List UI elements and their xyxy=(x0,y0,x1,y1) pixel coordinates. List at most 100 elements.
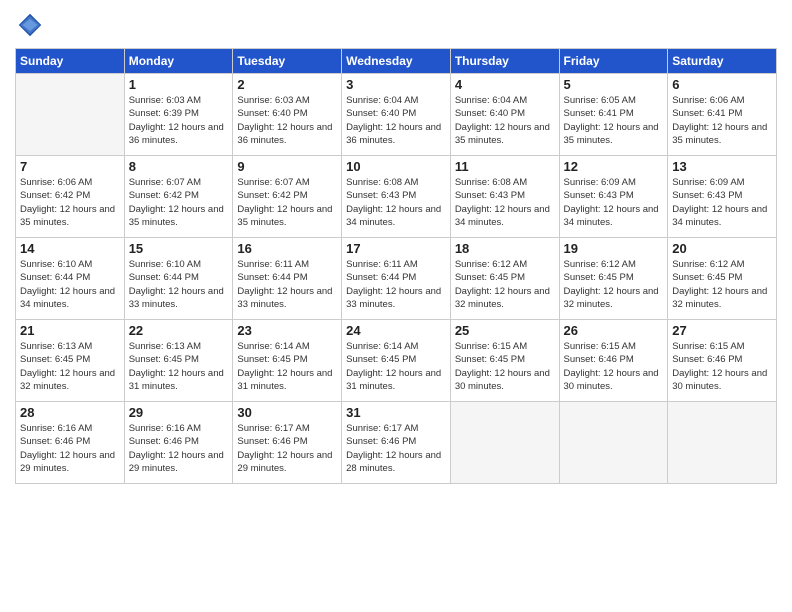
day-cell xyxy=(16,74,125,156)
day-cell: 17 Sunrise: 6:11 AMSunset: 6:44 PMDayligh… xyxy=(342,238,451,320)
day-cell: 31 Sunrise: 6:17 AMSunset: 6:46 PMDayligh… xyxy=(342,402,451,484)
day-number: 9 xyxy=(237,159,337,174)
weekday-header-monday: Monday xyxy=(124,49,233,74)
weekday-header-friday: Friday xyxy=(559,49,668,74)
day-info: Sunrise: 6:12 AMSunset: 6:45 PMDaylight:… xyxy=(672,258,772,311)
day-cell: 25 Sunrise: 6:15 AMSunset: 6:45 PMDayligh… xyxy=(450,320,559,402)
weekday-header-wednesday: Wednesday xyxy=(342,49,451,74)
day-cell: 27Sunrise: 6:15 AMSunset: 6:46 PMDayligh… xyxy=(668,320,777,402)
day-number: 7 xyxy=(20,159,120,174)
day-info: Sunrise: 6:13 AMSunset: 6:45 PMDaylight:… xyxy=(20,340,120,393)
day-number: 1 xyxy=(129,77,229,92)
day-info: Sunrise: 6:16 AMSunset: 6:46 PMDaylight:… xyxy=(129,422,229,475)
day-cell: 11 Sunrise: 6:08 AMSunset: 6:43 PMDayligh… xyxy=(450,156,559,238)
day-info: Sunrise: 6:14 AMSunset: 6:45 PMDaylight:… xyxy=(346,340,446,393)
weekday-header-tuesday: Tuesday xyxy=(233,49,342,74)
day-info: Sunrise: 6:15 AMSunset: 6:45 PMDaylight:… xyxy=(455,340,555,393)
day-info: Sunrise: 6:11 AMSunset: 6:44 PMDaylight:… xyxy=(346,258,446,311)
day-number: 25 xyxy=(455,323,555,338)
week-row-4: 21 Sunrise: 6:13 AMSunset: 6:45 PMDayligh… xyxy=(16,320,777,402)
day-number: 10 xyxy=(346,159,446,174)
day-info: Sunrise: 6:11 AMSunset: 6:44 PMDaylight:… xyxy=(237,258,337,311)
day-cell: 30 Sunrise: 6:17 AMSunset: 6:46 PMDayligh… xyxy=(233,402,342,484)
day-cell: 22 Sunrise: 6:13 AMSunset: 6:45 PMDayligh… xyxy=(124,320,233,402)
day-info: Sunrise: 6:03 AMSunset: 6:39 PMDaylight:… xyxy=(129,94,229,147)
day-number: 11 xyxy=(455,159,555,174)
day-info: Sunrise: 6:12 AMSunset: 6:45 PMDaylight:… xyxy=(564,258,664,311)
day-cell: 7 Sunrise: 6:06 AMSunset: 6:42 PMDaylight… xyxy=(16,156,125,238)
day-cell: 24 Sunrise: 6:14 AMSunset: 6:45 PMDayligh… xyxy=(342,320,451,402)
day-info: Sunrise: 6:17 AMSunset: 6:46 PMDaylight:… xyxy=(346,422,446,475)
day-info: Sunrise: 6:07 AMSunset: 6:42 PMDaylight:… xyxy=(129,176,229,229)
weekday-header-thursday: Thursday xyxy=(450,49,559,74)
calendar-table: SundayMondayTuesdayWednesdayThursdayFrid… xyxy=(15,48,777,484)
day-number: 3 xyxy=(346,77,446,92)
weekday-header-row: SundayMondayTuesdayWednesdayThursdayFrid… xyxy=(16,49,777,74)
day-info: Sunrise: 6:05 AMSunset: 6:41 PMDaylight:… xyxy=(564,94,664,147)
day-cell: 3 Sunrise: 6:04 AMSunset: 6:40 PMDaylight… xyxy=(342,74,451,156)
day-number: 2 xyxy=(237,77,337,92)
day-number: 31 xyxy=(346,405,446,420)
day-cell: 29 Sunrise: 6:16 AMSunset: 6:46 PMDayligh… xyxy=(124,402,233,484)
day-cell: 14Sunrise: 6:10 AMSunset: 6:44 PMDayligh… xyxy=(16,238,125,320)
day-info: Sunrise: 6:13 AMSunset: 6:45 PMDaylight:… xyxy=(129,340,229,393)
day-info: Sunrise: 6:09 AMSunset: 6:43 PMDaylight:… xyxy=(564,176,664,229)
logo-icon xyxy=(15,10,45,40)
day-number: 16 xyxy=(237,241,337,256)
day-number: 21 xyxy=(20,323,120,338)
day-cell: 16 Sunrise: 6:11 AMSunset: 6:44 PMDayligh… xyxy=(233,238,342,320)
day-number: 12 xyxy=(564,159,664,174)
day-number: 24 xyxy=(346,323,446,338)
day-cell: 18 Sunrise: 6:12 AMSunset: 6:45 PMDayligh… xyxy=(450,238,559,320)
day-number: 19 xyxy=(564,241,664,256)
day-number: 15 xyxy=(129,241,229,256)
day-number: 4 xyxy=(455,77,555,92)
day-number: 5 xyxy=(564,77,664,92)
day-cell: 28Sunrise: 6:16 AMSunset: 6:46 PMDayligh… xyxy=(16,402,125,484)
day-info: Sunrise: 6:08 AMSunset: 6:43 PMDaylight:… xyxy=(346,176,446,229)
week-row-3: 14 Sunrise: 6:10 AMSunset: 6:44 PMDayligh… xyxy=(16,238,777,320)
day-number: 28 xyxy=(20,405,120,420)
day-cell: 10 Sunrise: 6:08 AMSunset: 6:43 PMDayligh… xyxy=(342,156,451,238)
day-info: Sunrise: 6:06 AMSunset: 6:42 PMDaylight:… xyxy=(20,176,120,229)
day-number: 27 xyxy=(672,323,772,338)
day-cell: 12 Sunrise: 6:09 AMSunset: 6:43 PMDayligh… xyxy=(559,156,668,238)
day-number: 20 xyxy=(672,241,772,256)
day-number: 14 xyxy=(20,241,120,256)
day-number: 26 xyxy=(564,323,664,338)
day-number: 23 xyxy=(237,323,337,338)
day-info: Sunrise: 6:06 AMSunset: 6:41 PMDaylight:… xyxy=(672,94,772,147)
header xyxy=(15,10,777,40)
day-cell: 13 Sunrise: 6:09 AMSunset: 6:43 PMDayligh… xyxy=(668,156,777,238)
day-cell: 20 Sunrise: 6:12 AMSunset: 6:45 PMDayligh… xyxy=(668,238,777,320)
day-cell xyxy=(668,402,777,484)
day-info: Sunrise: 6:08 AMSunset: 6:43 PMDaylight:… xyxy=(455,176,555,229)
day-info: Sunrise: 6:12 AMSunset: 6:45 PMDaylight:… xyxy=(455,258,555,311)
day-cell: 8 Sunrise: 6:07 AMSunset: 6:42 PMDaylight… xyxy=(124,156,233,238)
page: SundayMondayTuesdayWednesdayThursdayFrid… xyxy=(0,0,792,612)
day-info: Sunrise: 6:03 AMSunset: 6:40 PMDaylight:… xyxy=(237,94,337,147)
day-cell: 1 Sunrise: 6:03 AMSunset: 6:39 PMDaylight… xyxy=(124,74,233,156)
week-row-1: 1 Sunrise: 6:03 AMSunset: 6:39 PMDaylight… xyxy=(16,74,777,156)
day-number: 8 xyxy=(129,159,229,174)
day-info: Sunrise: 6:04 AMSunset: 6:40 PMDaylight:… xyxy=(455,94,555,147)
day-number: 6 xyxy=(672,77,772,92)
day-cell: 5 Sunrise: 6:05 AMSunset: 6:41 PMDaylight… xyxy=(559,74,668,156)
day-number: 17 xyxy=(346,241,446,256)
day-number: 22 xyxy=(129,323,229,338)
day-cell: 4 Sunrise: 6:04 AMSunset: 6:40 PMDaylight… xyxy=(450,74,559,156)
day-number: 18 xyxy=(455,241,555,256)
logo xyxy=(15,10,49,40)
day-info: Sunrise: 6:17 AMSunset: 6:46 PMDaylight:… xyxy=(237,422,337,475)
day-number: 30 xyxy=(237,405,337,420)
day-info: Sunrise: 6:04 AMSunset: 6:40 PMDaylight:… xyxy=(346,94,446,147)
day-info: Sunrise: 6:09 AMSunset: 6:43 PMDaylight:… xyxy=(672,176,772,229)
day-cell: 2 Sunrise: 6:03 AMSunset: 6:40 PMDaylight… xyxy=(233,74,342,156)
day-number: 29 xyxy=(129,405,229,420)
weekday-header-saturday: Saturday xyxy=(668,49,777,74)
day-cell: 26Sunrise: 6:15 AMSunset: 6:46 PMDayligh… xyxy=(559,320,668,402)
day-number: 13 xyxy=(672,159,772,174)
day-cell: 21 Sunrise: 6:13 AMSunset: 6:45 PMDayligh… xyxy=(16,320,125,402)
week-row-5: 28 Sunrise: 6:16 AMSunset: 6:46 PMDayligh… xyxy=(16,402,777,484)
day-info: Sunrise: 6:10 AMSunset: 6:44 PMDaylight:… xyxy=(129,258,229,311)
